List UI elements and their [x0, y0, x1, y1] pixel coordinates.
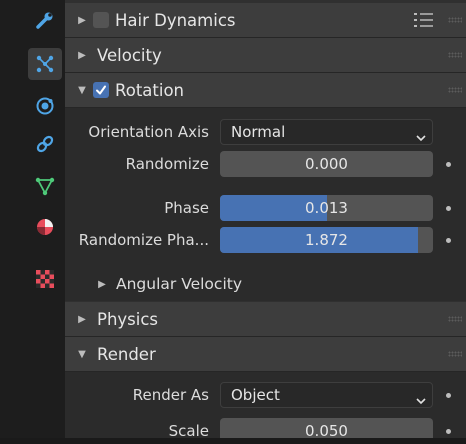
- rotation-header[interactable]: ▼ Rotation: [65, 73, 466, 108]
- expanded-triangle-icon: ▼: [78, 84, 86, 96]
- drag-handle-icon[interactable]: [448, 316, 462, 322]
- collapsed-triangle-icon: ▶: [78, 313, 86, 325]
- expanded-triangle-icon: ▼: [78, 348, 86, 360]
- randomize-slider[interactable]: 0.000: [220, 151, 433, 177]
- tab-object-data[interactable]: [28, 170, 62, 202]
- tab-physics[interactable]: [28, 90, 62, 122]
- randomize-phase-value: 1.872: [305, 231, 348, 249]
- orientation-axis-row: Orientation Axis Normal: [65, 119, 466, 145]
- object-data-icon: [34, 175, 56, 197]
- render-as-row: Render As Object: [65, 382, 466, 408]
- randomize-row: Randomize 0.000: [65, 151, 466, 177]
- rotation-checkbox[interactable]: [93, 82, 109, 98]
- chevron-down-icon: [416, 391, 426, 409]
- texture-icon: [35, 269, 55, 289]
- render-as-value: Object: [231, 386, 280, 404]
- angular-velocity-subpanel-header[interactable]: ▶ Angular Velocity: [65, 269, 466, 299]
- randomize-label: Randomize: [125, 155, 209, 173]
- tab-material[interactable]: [28, 211, 62, 243]
- properties-tab-bar: [24, 0, 65, 444]
- phase-slider[interactable]: 0.013: [220, 195, 433, 221]
- velocity-header[interactable]: ▶ Velocity: [65, 38, 466, 73]
- randomize-phase-row: Randomize Pha... 1.872: [65, 227, 466, 253]
- constraints-icon: [34, 133, 56, 155]
- phase-value: 0.013: [305, 199, 348, 217]
- orientation-axis-dropdown[interactable]: Normal: [220, 119, 433, 145]
- drag-handle-icon[interactable]: [448, 87, 462, 93]
- tab-particles[interactable]: [28, 48, 62, 80]
- keyframe-dot-icon[interactable]: [446, 206, 451, 211]
- render-as-dropdown[interactable]: Object: [220, 382, 433, 408]
- hair-dynamics-header[interactable]: ▶ Hair Dynamics: [65, 3, 466, 38]
- drag-handle-icon[interactable]: [448, 17, 462, 23]
- properties-panel: ▶ Hair Dynamics ▶ Velocity ▼ Rotation Or…: [65, 0, 466, 444]
- tab-modifiers[interactable]: [28, 4, 62, 36]
- keyframe-dot-icon[interactable]: [446, 162, 451, 167]
- hair-dynamics-checkbox[interactable]: [93, 12, 109, 28]
- physics-title: Physics: [97, 309, 159, 329]
- keyframe-dot-icon[interactable]: [446, 238, 451, 243]
- randomize-value: 0.000: [305, 155, 348, 173]
- orientation-axis-value: Normal: [231, 123, 286, 141]
- editor-edge: [0, 0, 24, 444]
- physics-icon: [34, 95, 56, 117]
- rotation-panel-body: Orientation Axis Normal Randomize 0.000 …: [65, 108, 466, 301]
- render-panel-body: Render As Object Scale 0.050: [65, 372, 466, 444]
- randomize-phase-slider[interactable]: 1.872: [220, 227, 433, 253]
- material-icon: [34, 216, 56, 238]
- orientation-axis-label: Orientation Axis: [88, 123, 209, 141]
- render-title: Render: [97, 344, 156, 364]
- keyframe-dot-icon[interactable]: [446, 429, 451, 434]
- render-as-label: Render As: [132, 386, 209, 404]
- drag-handle-icon[interactable]: [448, 52, 462, 58]
- chevron-down-icon: [416, 128, 426, 146]
- velocity-title: Velocity: [97, 45, 162, 65]
- collapsed-triangle-icon: ▶: [78, 14, 86, 26]
- collapsed-triangle-icon: ▶: [78, 49, 86, 61]
- checkmark-icon: [96, 85, 106, 95]
- physics-header[interactable]: ▶ Physics: [65, 302, 466, 337]
- keyframe-dot-icon[interactable]: [446, 393, 451, 398]
- particles-icon: [34, 53, 56, 75]
- randomize-phase-label: Randomize Pha...: [78, 231, 209, 249]
- drag-handle-icon[interactable]: [448, 351, 462, 357]
- render-header[interactable]: ▼ Render: [65, 337, 466, 372]
- tab-texture[interactable]: [28, 263, 62, 295]
- phase-row: Phase 0.013: [65, 195, 466, 221]
- hair-dynamics-title: Hair Dynamics: [115, 10, 236, 30]
- presets-list-icon[interactable]: [414, 12, 434, 32]
- tab-constraints[interactable]: [28, 128, 62, 160]
- angular-velocity-title: Angular Velocity: [116, 275, 242, 293]
- phase-label: Phase: [164, 199, 209, 217]
- wrench-icon: [35, 10, 55, 30]
- collapsed-triangle-icon: ▶: [98, 278, 106, 290]
- window-bottom-edge: [0, 438, 466, 444]
- rotation-title: Rotation: [115, 80, 185, 100]
